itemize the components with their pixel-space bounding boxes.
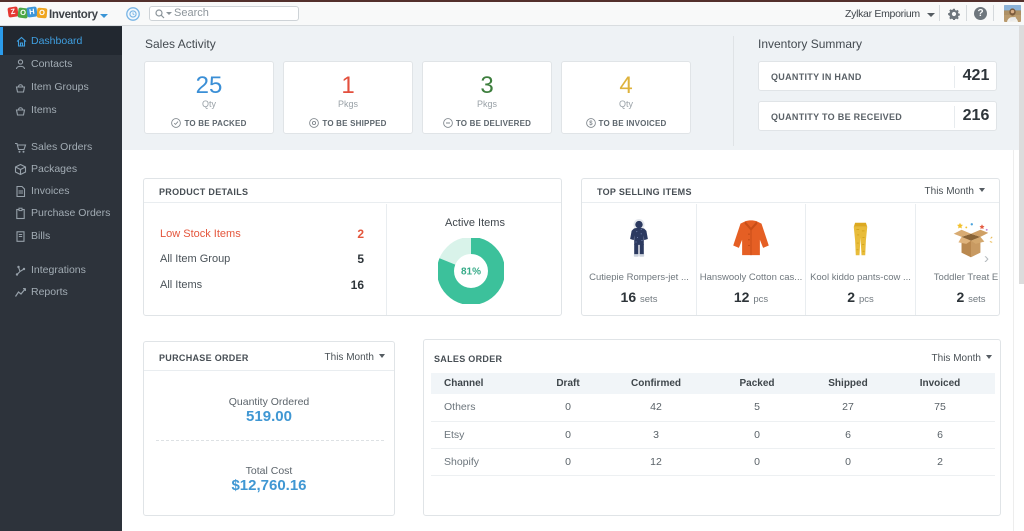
svg-text:$: $ — [589, 121, 593, 127]
svg-text:81%: 81% — [461, 267, 481, 278]
